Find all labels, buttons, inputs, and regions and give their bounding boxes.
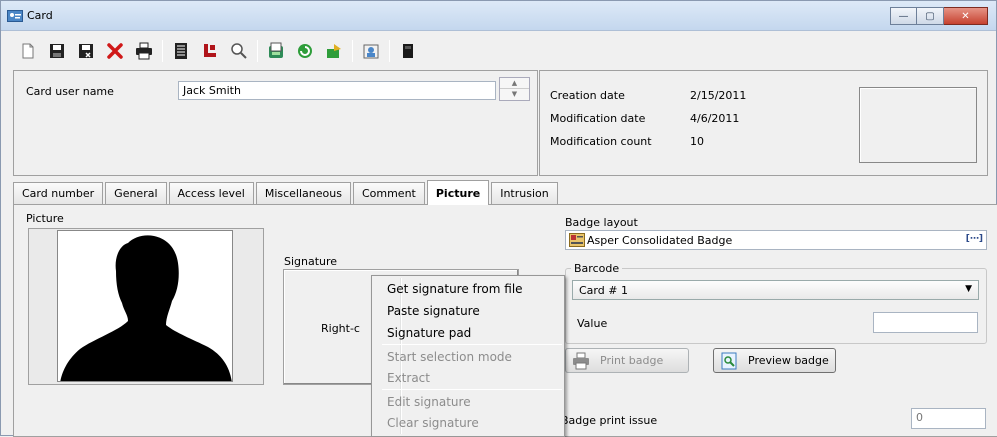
signature-context-menu: Get signature from file Paste signature … (371, 275, 565, 437)
menu-get-signature-from-file[interactable]: Get signature from file (387, 282, 523, 296)
badge-print-issue-label: Badge print issue (561, 414, 658, 427)
creation-date-label: Creation date (550, 89, 625, 102)
card-user-name-input[interactable]: Jack Smith (178, 81, 496, 100)
toolbar (1, 36, 996, 66)
preview-icon (721, 352, 737, 369)
maximize-button[interactable]: ▢ (917, 7, 944, 25)
new-icon[interactable] (17, 40, 39, 62)
card-user-name-label: Card user name (26, 85, 114, 98)
dropdown-arrow-icon: ▼ (965, 284, 972, 294)
tab-picture[interactable]: Picture (426, 180, 490, 205)
import-icon[interactable] (323, 40, 345, 62)
browse-icon[interactable]: [⋯] (966, 234, 983, 244)
menu-signature-pad[interactable]: Signature pad (387, 326, 471, 340)
thumbnail-photo[interactable] (859, 87, 977, 163)
photo-icon[interactable] (360, 40, 382, 62)
signature-hint: Right-c (321, 322, 360, 335)
save-as-icon[interactable] (75, 40, 97, 62)
badge-layout-label: Badge layout (565, 216, 638, 229)
menu-start-selection-mode[interactable]: Start selection mode (387, 350, 512, 364)
creation-date-value: 2/15/2011 (690, 89, 747, 102)
preview-badge-label: Preview badge (748, 354, 829, 367)
refresh-icon[interactable] (294, 40, 316, 62)
tab-intrusion[interactable]: Intrusion (491, 182, 558, 204)
tab-strip: Card number General Access level Miscell… (13, 180, 560, 205)
card-app-icon (7, 10, 23, 22)
minimize-button[interactable]: — (890, 7, 917, 25)
search-icon[interactable] (228, 40, 250, 62)
list-icon[interactable] (170, 40, 192, 62)
delete-icon[interactable] (104, 40, 126, 62)
preview-badge-button[interactable]: Preview badge (713, 348, 836, 373)
modification-date-value: 4/6/2011 (690, 112, 740, 125)
title-bar: Card — ▢ ✕ (1, 1, 996, 31)
badge-layout-field[interactable]: Asper Consolidated Badge [⋯] (565, 230, 987, 250)
picture-label: Picture (26, 212, 64, 225)
badge-icon (569, 233, 585, 247)
name-spinner[interactable]: ▲ ▼ (499, 77, 530, 101)
value-label: Value (577, 317, 608, 330)
tab-general[interactable]: General (105, 182, 167, 204)
signature-label: Signature (284, 255, 338, 268)
tab-card-number[interactable]: Card number (13, 182, 104, 204)
save-icon[interactable] (46, 40, 68, 62)
barcode-value: Card # 1 (579, 284, 628, 297)
print-icon[interactable] (133, 40, 155, 62)
value-input[interactable] (873, 312, 978, 333)
tab-comment[interactable]: Comment (352, 182, 425, 204)
modification-date-label: Modification date (550, 112, 646, 125)
tab-access-level[interactable]: Access level (168, 182, 254, 204)
barcode-label: Barcode (571, 262, 623, 275)
modification-count-value: 10 (690, 135, 704, 148)
menu-clear-signature[interactable]: Clear signature (387, 416, 479, 430)
menu-edit-signature[interactable]: Edit signature (387, 395, 471, 409)
copy-icon[interactable] (265, 40, 287, 62)
print-badge-button[interactable]: Print badge (565, 348, 689, 373)
red-tool-icon[interactable] (199, 40, 221, 62)
barcode-select[interactable]: Card # 1 ▼ (572, 280, 979, 300)
print-badge-label: Print badge (600, 354, 664, 367)
printer-icon (573, 352, 589, 369)
close-button[interactable]: ✕ (944, 7, 988, 25)
modification-count-label: Modification count (550, 135, 652, 148)
user-picture[interactable] (57, 230, 233, 382)
badge-layout-value: Asper Consolidated Badge (587, 234, 733, 247)
card-window: Card — ▢ ✕ Card user name Jack Smith ▲ ▼ … (0, 0, 997, 437)
dark-card-icon[interactable] (397, 40, 419, 62)
silhouette-image (60, 235, 232, 381)
badge-print-issue-input[interactable]: 0 (911, 408, 986, 429)
tab-miscellaneous[interactable]: Miscellaneous (255, 182, 351, 204)
menu-extract[interactable]: Extract (387, 371, 430, 385)
chevron-down-icon[interactable]: ▼ (500, 89, 529, 100)
window-title: Card (27, 9, 53, 22)
menu-paste-signature[interactable]: Paste signature (387, 304, 480, 318)
chevron-up-icon[interactable]: ▲ (500, 78, 529, 89)
